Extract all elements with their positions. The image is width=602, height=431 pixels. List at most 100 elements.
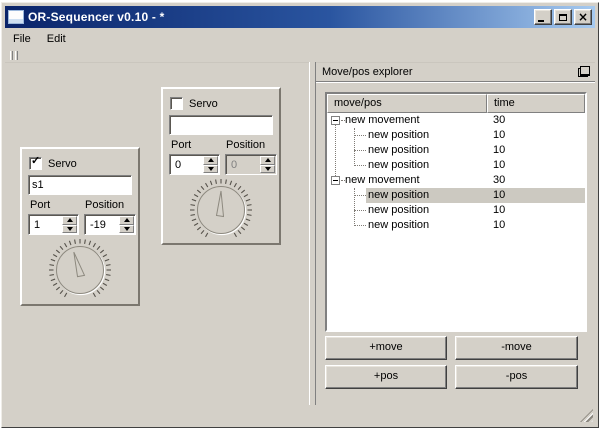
servo-checkbox[interactable]: ✓ — [170, 97, 183, 110]
tree-row-position[interactable]: new position 10 — [327, 203, 585, 218]
tree-header: move/pos time — [327, 94, 585, 113]
menu-edit[interactable]: Edit — [39, 31, 74, 48]
spin-up-button[interactable] — [260, 156, 275, 165]
tree-row-position[interactable]: new position 10 — [327, 128, 585, 143]
servo-dial[interactable] — [186, 175, 256, 245]
position-value[interactable]: -19 — [87, 217, 118, 232]
tree-header-time[interactable]: time — [487, 94, 585, 113]
tree-row-position[interactable]: new position10 — [327, 188, 585, 203]
move-pos-explorer-dock: Move/pos explorer move/pos time new move… — [316, 62, 595, 405]
port-value[interactable]: 1 — [31, 217, 61, 232]
tree-body: new movement30new position10new position… — [327, 113, 585, 330]
port-value[interactable]: 0 — [172, 157, 202, 172]
arrow-down-icon — [208, 167, 214, 171]
status-bar — [5, 405, 595, 424]
add-pos-button[interactable]: +pos — [325, 365, 447, 389]
tree-cell-label: new position — [368, 203, 429, 218]
servo-name-input[interactable] — [28, 175, 132, 195]
minimize-button[interactable] — [534, 9, 552, 25]
tree-branch-stub — [354, 150, 366, 152]
tree-row-movement[interactable]: new movement 30 — [327, 173, 585, 188]
tree-cell-time: 10 — [493, 143, 505, 158]
tree-branch-stub — [354, 195, 366, 197]
port-label: Port — [171, 139, 191, 151]
tree-header-movepos[interactable]: move/pos — [327, 94, 487, 113]
spin-up-button[interactable] — [203, 156, 218, 165]
remove-move-button[interactable]: -move — [455, 336, 578, 360]
position-label: Position — [226, 139, 265, 151]
tree-branch-stub — [354, 165, 366, 167]
position-value[interactable]: 0 — [228, 157, 259, 172]
app-window: OR-Sequencer v0.10 - * × File Edit ✓ Ser… — [1, 2, 599, 428]
servo-panel-1: ✓ Servo Port Position 1 -19 — [20, 147, 140, 306]
tree-cell-label: new position — [368, 218, 429, 233]
move-pos-tree: move/pos time new movement30new position… — [325, 92, 587, 332]
maximize-button[interactable] — [554, 9, 572, 25]
dock-title: Move/pos explorer — [322, 66, 577, 78]
close-button[interactable]: × — [574, 9, 592, 25]
tree-cell-time: 10 — [493, 188, 505, 203]
arrow-down-icon — [124, 227, 130, 231]
tree-branch-stub — [354, 135, 366, 137]
menu-bar: File Edit — [5, 29, 595, 49]
position-label: Position — [85, 199, 124, 211]
tree-cell-time: 30 — [493, 113, 505, 128]
position-spinbox[interactable]: 0 — [225, 154, 277, 175]
tree-collapse-icon[interactable] — [331, 116, 340, 125]
arrow-up-icon — [208, 158, 214, 162]
servo-panel-2: ✓ Servo Port Position 0 0 — [161, 87, 281, 245]
servo-checkbox[interactable]: ✓ — [29, 157, 42, 170]
tree-cell-label: new movement — [345, 113, 420, 128]
arrow-down-icon — [67, 227, 73, 231]
toolbar-grip-icon[interactable] — [10, 51, 18, 60]
window-title: OR-Sequencer v0.10 - * — [28, 10, 534, 24]
dock-float-button[interactable] — [577, 65, 591, 78]
tree-row-position[interactable]: new position10 — [327, 218, 585, 233]
tree-cell-time: 10 — [493, 128, 505, 143]
maximize-icon — [559, 14, 567, 21]
remove-pos-button[interactable]: -pos — [455, 365, 578, 389]
minimize-icon — [538, 20, 544, 22]
tree-row-position[interactable]: new position 10 — [327, 158, 585, 173]
tree-branch-stub — [354, 210, 366, 212]
arrow-down-icon — [265, 167, 271, 171]
tree-row-position[interactable]: new position10 — [327, 143, 585, 158]
servo-checkbox-label: Servo — [189, 98, 218, 110]
main-area: ✓ Servo Port Position 1 -19 — [5, 62, 595, 405]
port-spinbox[interactable]: 0 — [169, 154, 220, 175]
dock-resize-handle[interactable] — [309, 62, 316, 405]
position-spinbox[interactable]: -19 — [84, 214, 136, 235]
tree-branch-stub — [354, 225, 366, 227]
port-label: Port — [30, 199, 50, 211]
spin-down-button[interactable] — [260, 165, 275, 174]
menu-file[interactable]: File — [5, 31, 39, 48]
servo-dial[interactable] — [45, 235, 115, 305]
add-move-button[interactable]: +move — [325, 336, 447, 360]
dock-title-bar[interactable]: Move/pos explorer — [316, 62, 595, 82]
tree-cell-label: new position — [368, 158, 429, 173]
float-icon — [580, 66, 590, 76]
arrow-up-icon — [124, 218, 130, 222]
tree-cell-time: 10 — [493, 203, 505, 218]
toolbar — [5, 49, 595, 63]
tree-cell-label: new movement — [345, 173, 420, 188]
spin-up-button[interactable] — [119, 216, 134, 225]
spin-down-button[interactable] — [62, 225, 77, 234]
checkbox-check-icon: ✓ — [31, 155, 40, 168]
tree-collapse-icon[interactable] — [331, 176, 340, 185]
resize-grip-icon[interactable] — [580, 409, 593, 422]
servo-name-input[interactable] — [169, 115, 273, 135]
tree-cell-time: 10 — [493, 158, 505, 173]
tree-cell-label: new position — [368, 128, 429, 143]
spin-down-button[interactable] — [203, 165, 218, 174]
port-spinbox[interactable]: 1 — [28, 214, 79, 235]
spin-down-button[interactable] — [119, 225, 134, 234]
arrow-up-icon — [67, 218, 73, 222]
tree-cell-time: 30 — [493, 173, 505, 188]
arrow-up-icon — [265, 158, 271, 162]
title-bar[interactable]: OR-Sequencer v0.10 - * × — [5, 6, 595, 28]
spin-up-button[interactable] — [62, 216, 77, 225]
app-window-icon[interactable] — [8, 10, 24, 24]
close-icon: × — [578, 12, 588, 22]
tree-row-movement[interactable]: new movement 30 — [327, 113, 585, 128]
